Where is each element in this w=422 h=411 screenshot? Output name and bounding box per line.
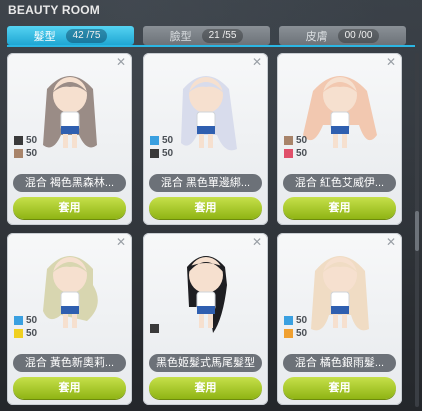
hair-avatar <box>311 256 369 331</box>
color-swatch <box>14 328 23 338</box>
color-percent: 50 <box>162 147 174 159</box>
color-percent: 50 <box>26 147 38 159</box>
color-mix-row: 50 <box>14 147 38 159</box>
close-icon[interactable]: ✕ <box>116 236 126 248</box>
hair-name: 黑色姬髮式馬尾髮型 <box>149 354 262 372</box>
color-mix-row: 50 <box>284 134 308 146</box>
color-mix-row: 50 <box>284 327 308 339</box>
tab-count: 21 /55 <box>201 28 244 43</box>
color-percent: 50 <box>296 327 308 339</box>
color-swatch <box>284 315 293 325</box>
hair-card[interactable]: ✕ 50 50 混合 黑色單邊綁... 套用 <box>143 53 268 225</box>
close-icon[interactable]: ✕ <box>386 56 396 68</box>
close-icon[interactable]: ✕ <box>252 56 262 68</box>
color-mix-row: 50 <box>14 314 38 326</box>
hair-card[interactable]: ✕ 50 50 混合 褐色黑森林... 套用 <box>7 53 132 225</box>
hair-card[interactable]: ✕ 50 50 混合 橘色銀雨髮... 套用 <box>277 233 402 405</box>
color-mix-row <box>150 323 162 333</box>
scrollbar-thumb[interactable] <box>415 211 419 251</box>
hair-grid: ✕ 50 50 混合 褐色黑森林... 套用 ✕ 50 50 混合 黑色單邊綁.… <box>7 53 411 408</box>
tab-bar: 髮型 42 /75 臉型 21 /55 皮膚 00 /00 <box>7 26 415 46</box>
color-mix-row: 50 <box>150 134 174 146</box>
hair-card[interactable]: ✕ 50 50 混合 黃色新奧莉... 套用 <box>7 233 132 405</box>
hair-name: 混合 黑色單邊綁... <box>149 174 262 192</box>
apply-button[interactable]: 套用 <box>283 377 396 399</box>
hair-card[interactable]: ✕ 50 50 混合 紅色艾威伊... 套用 <box>277 53 402 225</box>
hair-avatar <box>43 76 97 148</box>
tab-skin[interactable]: 皮膚 00 /00 <box>279 26 406 45</box>
tab-face[interactable]: 臉型 21 /55 <box>143 26 270 45</box>
color-percent: 50 <box>26 327 38 339</box>
tab-label: 皮膚 <box>305 30 328 43</box>
color-swatch <box>14 315 23 325</box>
hair-name: 混合 黃色新奧莉... <box>13 354 126 372</box>
apply-button[interactable]: 套用 <box>283 197 396 219</box>
scrollbar[interactable] <box>415 53 419 407</box>
color-mix-row: 50 <box>14 327 38 339</box>
tab-count: 00 /00 <box>337 28 380 43</box>
window-title: BEAUTY ROOM <box>8 3 100 17</box>
color-mix-row: 50 <box>284 147 308 159</box>
color-swatch <box>150 148 159 158</box>
color-swatch <box>150 135 159 145</box>
color-percent: 50 <box>26 134 38 146</box>
color-swatch <box>150 323 159 333</box>
hair-avatar <box>181 76 237 151</box>
color-percent: 50 <box>296 134 308 146</box>
apply-button[interactable]: 套用 <box>149 197 262 219</box>
tab-hair[interactable]: 髮型 42 /75 <box>7 26 134 45</box>
hair-avatar <box>303 76 377 148</box>
color-swatch <box>284 148 293 158</box>
color-swatch <box>14 148 23 158</box>
apply-button[interactable]: 套用 <box>13 197 126 219</box>
hair-avatar <box>187 256 227 333</box>
tab-count: 42 /75 <box>65 28 108 43</box>
hair-name: 混合 褐色黑森林... <box>13 174 126 192</box>
hair-name: 混合 橘色銀雨髮... <box>283 354 396 372</box>
tab-underline <box>7 45 415 47</box>
close-icon[interactable]: ✕ <box>252 236 262 248</box>
color-percent: 50 <box>162 134 174 146</box>
color-mix-row: 50 <box>150 147 174 159</box>
color-mix-row: 50 <box>14 134 38 146</box>
color-swatch <box>284 328 293 338</box>
color-percent: 50 <box>296 147 308 159</box>
hair-avatar <box>43 256 98 328</box>
hair-card[interactable]: ✕ 黑色姬髮式馬尾髮型 套用 <box>143 233 268 405</box>
tab-label: 髮型 <box>33 30 56 43</box>
color-swatch <box>14 135 23 145</box>
color-percent: 50 <box>26 314 38 326</box>
tab-label: 臉型 <box>169 30 192 43</box>
close-icon[interactable]: ✕ <box>386 236 396 248</box>
color-mix-row: 50 <box>284 314 308 326</box>
apply-button[interactable]: 套用 <box>13 377 126 399</box>
close-icon[interactable]: ✕ <box>116 56 126 68</box>
color-percent: 50 <box>296 314 308 326</box>
color-swatch <box>284 135 293 145</box>
hair-name: 混合 紅色艾威伊... <box>283 174 396 192</box>
apply-button[interactable]: 套用 <box>149 377 262 399</box>
